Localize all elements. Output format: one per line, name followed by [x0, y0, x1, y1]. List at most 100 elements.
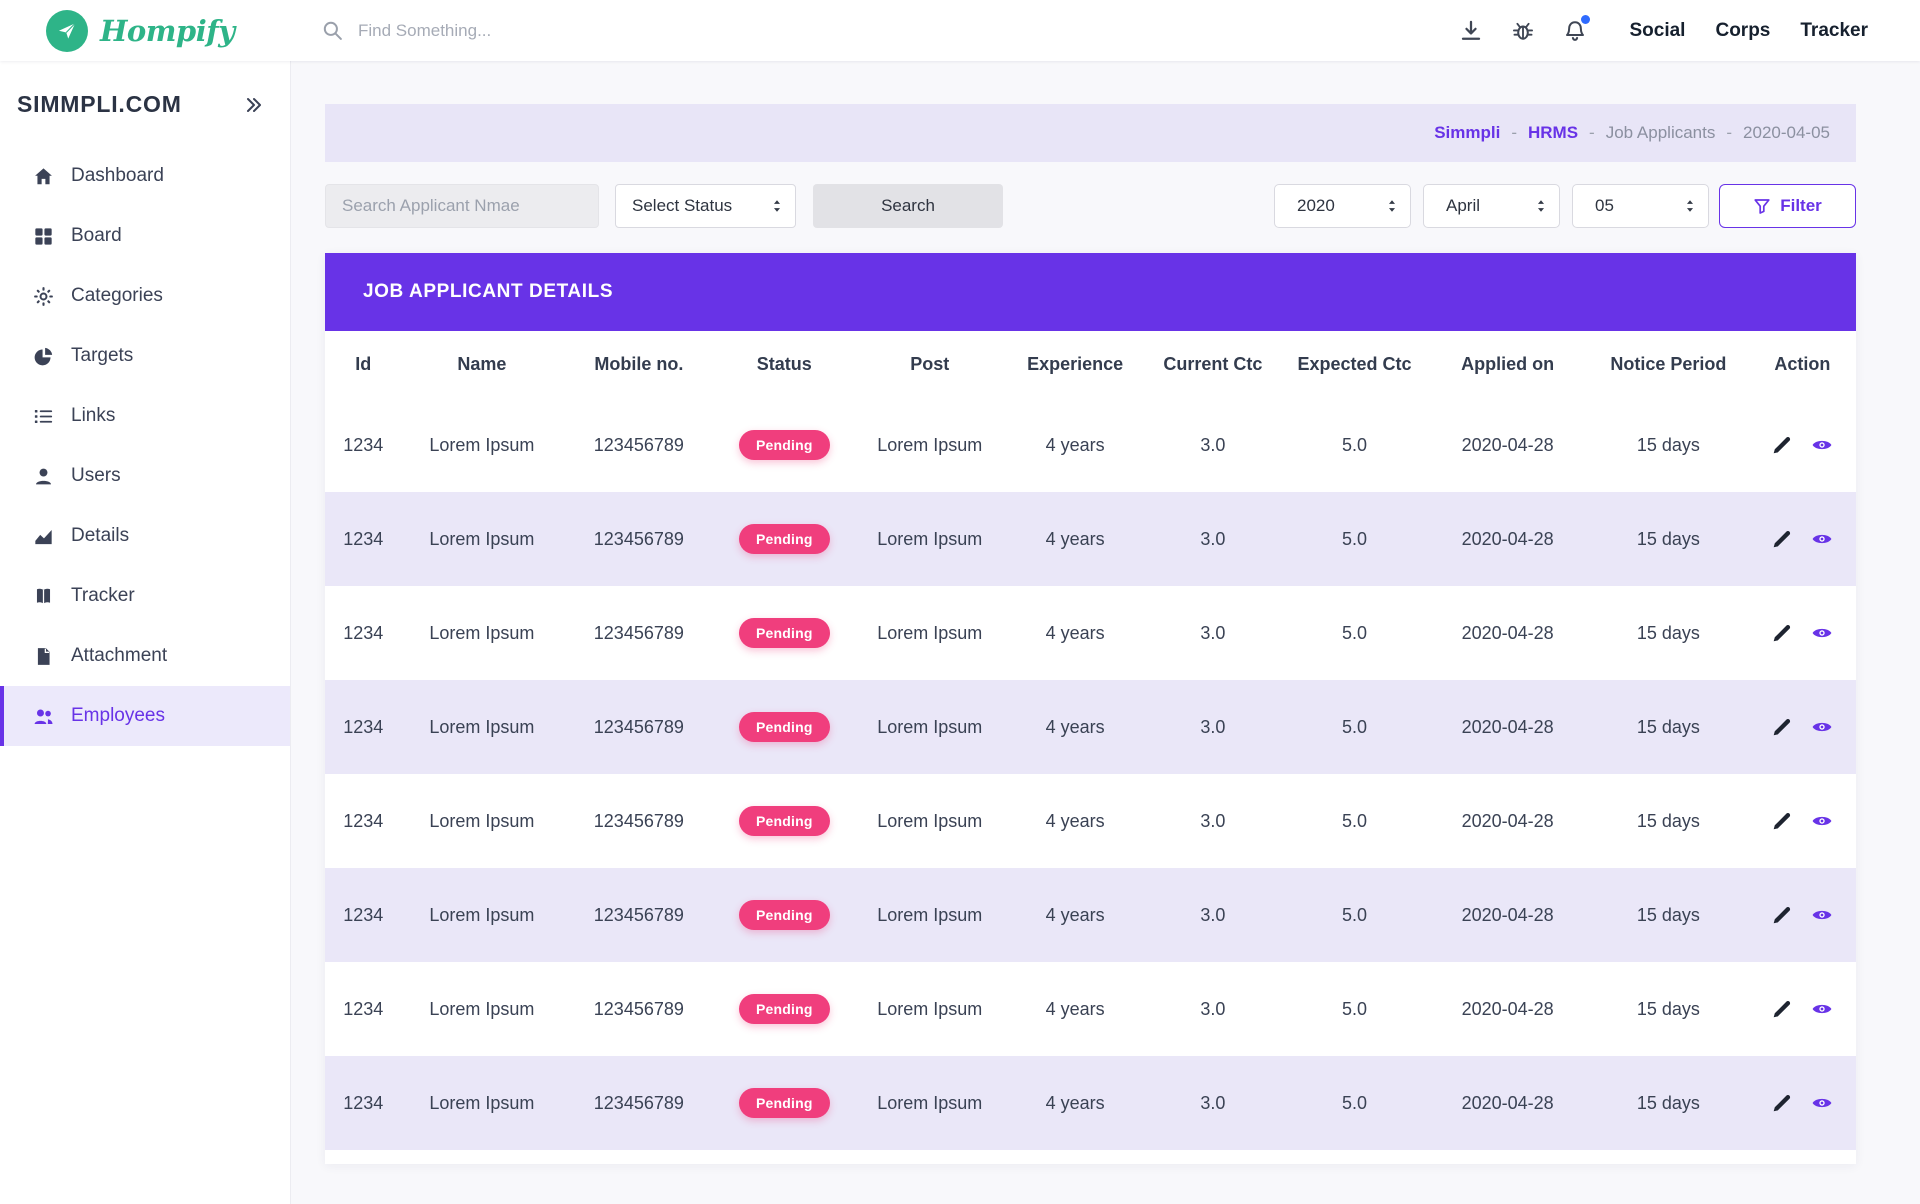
cell-notice-period: 15 days [1588, 680, 1749, 774]
breadcrumb-link-hrms[interactable]: HRMS [1528, 123, 1578, 143]
view-eye-icon[interactable] [1811, 998, 1833, 1020]
cell-action [1749, 774, 1856, 868]
cell-name: Lorem Ipsum [402, 586, 563, 680]
month-select[interactable]: April [1423, 184, 1560, 228]
cell-experience: 4 years [1006, 492, 1144, 586]
breadcrumb-separator: - [1511, 123, 1517, 143]
cell-action [1749, 680, 1856, 774]
column-header-post: Post [853, 331, 1006, 398]
view-eye-icon[interactable] [1811, 622, 1833, 644]
cell-action [1749, 962, 1856, 1056]
edit-pencil-icon[interactable] [1771, 528, 1793, 550]
topbar-link-tracker[interactable]: Tracker [1800, 20, 1868, 42]
cell-id: 1234 [325, 1056, 402, 1150]
view-eye-icon[interactable] [1811, 810, 1833, 832]
sidebar-item-details[interactable]: Details [0, 506, 290, 566]
edit-pencil-icon[interactable] [1771, 716, 1793, 738]
status-badge: Pending [739, 1088, 830, 1118]
filter-button[interactable]: Filter [1719, 184, 1856, 228]
topbar-link-corps[interactable]: Corps [1715, 20, 1770, 42]
column-header-notice-period: Notice Period [1588, 331, 1749, 398]
topbar-link-social[interactable]: Social [1629, 20, 1685, 42]
cell-status: Pending [715, 586, 853, 680]
view-eye-icon[interactable] [1811, 528, 1833, 550]
group-icon [33, 706, 54, 727]
edit-pencil-icon[interactable] [1771, 622, 1793, 644]
cell-id: 1234 [325, 680, 402, 774]
sidebar-item-tracker[interactable]: Tracker [0, 566, 290, 626]
view-eye-icon[interactable] [1811, 1092, 1833, 1114]
view-eye-icon[interactable] [1811, 716, 1833, 738]
sidebar-item-links[interactable]: Links [0, 386, 290, 446]
cell-status: Pending [715, 398, 853, 492]
search-icon [322, 20, 343, 41]
table-row: 1234Lorem Ipsum123456789PendingLorem Ips… [325, 398, 1856, 492]
status-badge: Pending [739, 994, 830, 1024]
cell-name: Lorem Ipsum [402, 962, 563, 1056]
table-row: 1234Lorem Ipsum123456789PendingLorem Ips… [325, 492, 1856, 586]
breadcrumb-text-2020-04-05: 2020-04-05 [1743, 123, 1830, 143]
edit-pencil-icon[interactable] [1771, 434, 1793, 456]
cell-name: Lorem Ipsum [402, 492, 563, 586]
edit-pencil-icon[interactable] [1771, 998, 1793, 1020]
column-header-action: Action [1749, 331, 1856, 398]
cell-mobile: 123456789 [562, 1056, 715, 1150]
search-button[interactable]: Search [813, 184, 1003, 228]
cell-experience: 4 years [1006, 398, 1144, 492]
sidebar-item-board[interactable]: Board [0, 206, 290, 266]
global-search-input[interactable] [358, 21, 698, 41]
status-badge: Pending [739, 618, 830, 648]
edit-pencil-icon[interactable] [1771, 810, 1793, 832]
status-select[interactable]: Select Status [615, 184, 796, 228]
cell-expected-ctc: 5.0 [1282, 680, 1427, 774]
edit-pencil-icon[interactable] [1771, 904, 1793, 926]
sidebar-item-label: Users [71, 465, 121, 487]
bell-icon[interactable] [1563, 19, 1587, 43]
list-icon [33, 406, 54, 427]
logo-paper-plane-icon [46, 10, 88, 52]
cell-applied-on: 2020-04-28 [1427, 398, 1588, 492]
view-eye-icon[interactable] [1811, 904, 1833, 926]
cell-status: Pending [715, 868, 853, 962]
day-select[interactable]: 05 [1572, 184, 1709, 228]
sidebar-item-users[interactable]: Users [0, 446, 290, 506]
sidebar-title: SIMMPLI.COM [17, 91, 182, 118]
bug-icon[interactable] [1511, 19, 1535, 43]
app-logo[interactable]: Hompify [46, 10, 235, 52]
cell-applied-on: 2020-04-28 [1427, 1056, 1588, 1150]
breadcrumb-separator: - [1589, 123, 1595, 143]
sidebar-item-targets[interactable]: Targets [0, 326, 290, 386]
status-select-label: Select Status [632, 196, 732, 216]
updown-arrows-icon [1384, 198, 1400, 214]
year-select[interactable]: 2020 [1274, 184, 1411, 228]
filter-button-label: Filter [1780, 196, 1822, 216]
column-header-mobile-no-: Mobile no. [562, 331, 715, 398]
sidebar-item-employees[interactable]: Employees [0, 686, 290, 746]
year-select-value: 2020 [1297, 196, 1335, 216]
gear-icon [33, 286, 54, 307]
view-eye-icon[interactable] [1811, 434, 1833, 456]
cell-id: 1234 [325, 492, 402, 586]
chart-icon [33, 526, 54, 547]
cell-notice-period: 15 days [1588, 398, 1749, 492]
cell-id: 1234 [325, 868, 402, 962]
cell-applied-on: 2020-04-28 [1427, 586, 1588, 680]
breadcrumb-link-simmpli[interactable]: Simmpli [1434, 123, 1500, 143]
cell-post: Lorem Ipsum [853, 492, 1006, 586]
sidebar-item-categories[interactable]: Categories [0, 266, 290, 326]
edit-pencil-icon[interactable] [1771, 1092, 1793, 1114]
cell-experience: 4 years [1006, 774, 1144, 868]
status-badge: Pending [739, 524, 830, 554]
book-icon [33, 586, 54, 607]
cell-action [1749, 398, 1856, 492]
sidebar-item-dashboard[interactable]: Dashboard [0, 146, 290, 206]
chevrons-right-icon[interactable] [244, 95, 264, 115]
cell-status: Pending [715, 492, 853, 586]
column-header-current-ctc: Current Ctc [1144, 331, 1282, 398]
cell-experience: 4 years [1006, 962, 1144, 1056]
home-icon [33, 166, 54, 187]
applicant-search-input[interactable] [325, 184, 599, 228]
sidebar-item-attachment[interactable]: Attachment [0, 626, 290, 686]
download-icon[interactable] [1459, 19, 1483, 43]
cell-applied-on: 2020-04-28 [1427, 680, 1588, 774]
